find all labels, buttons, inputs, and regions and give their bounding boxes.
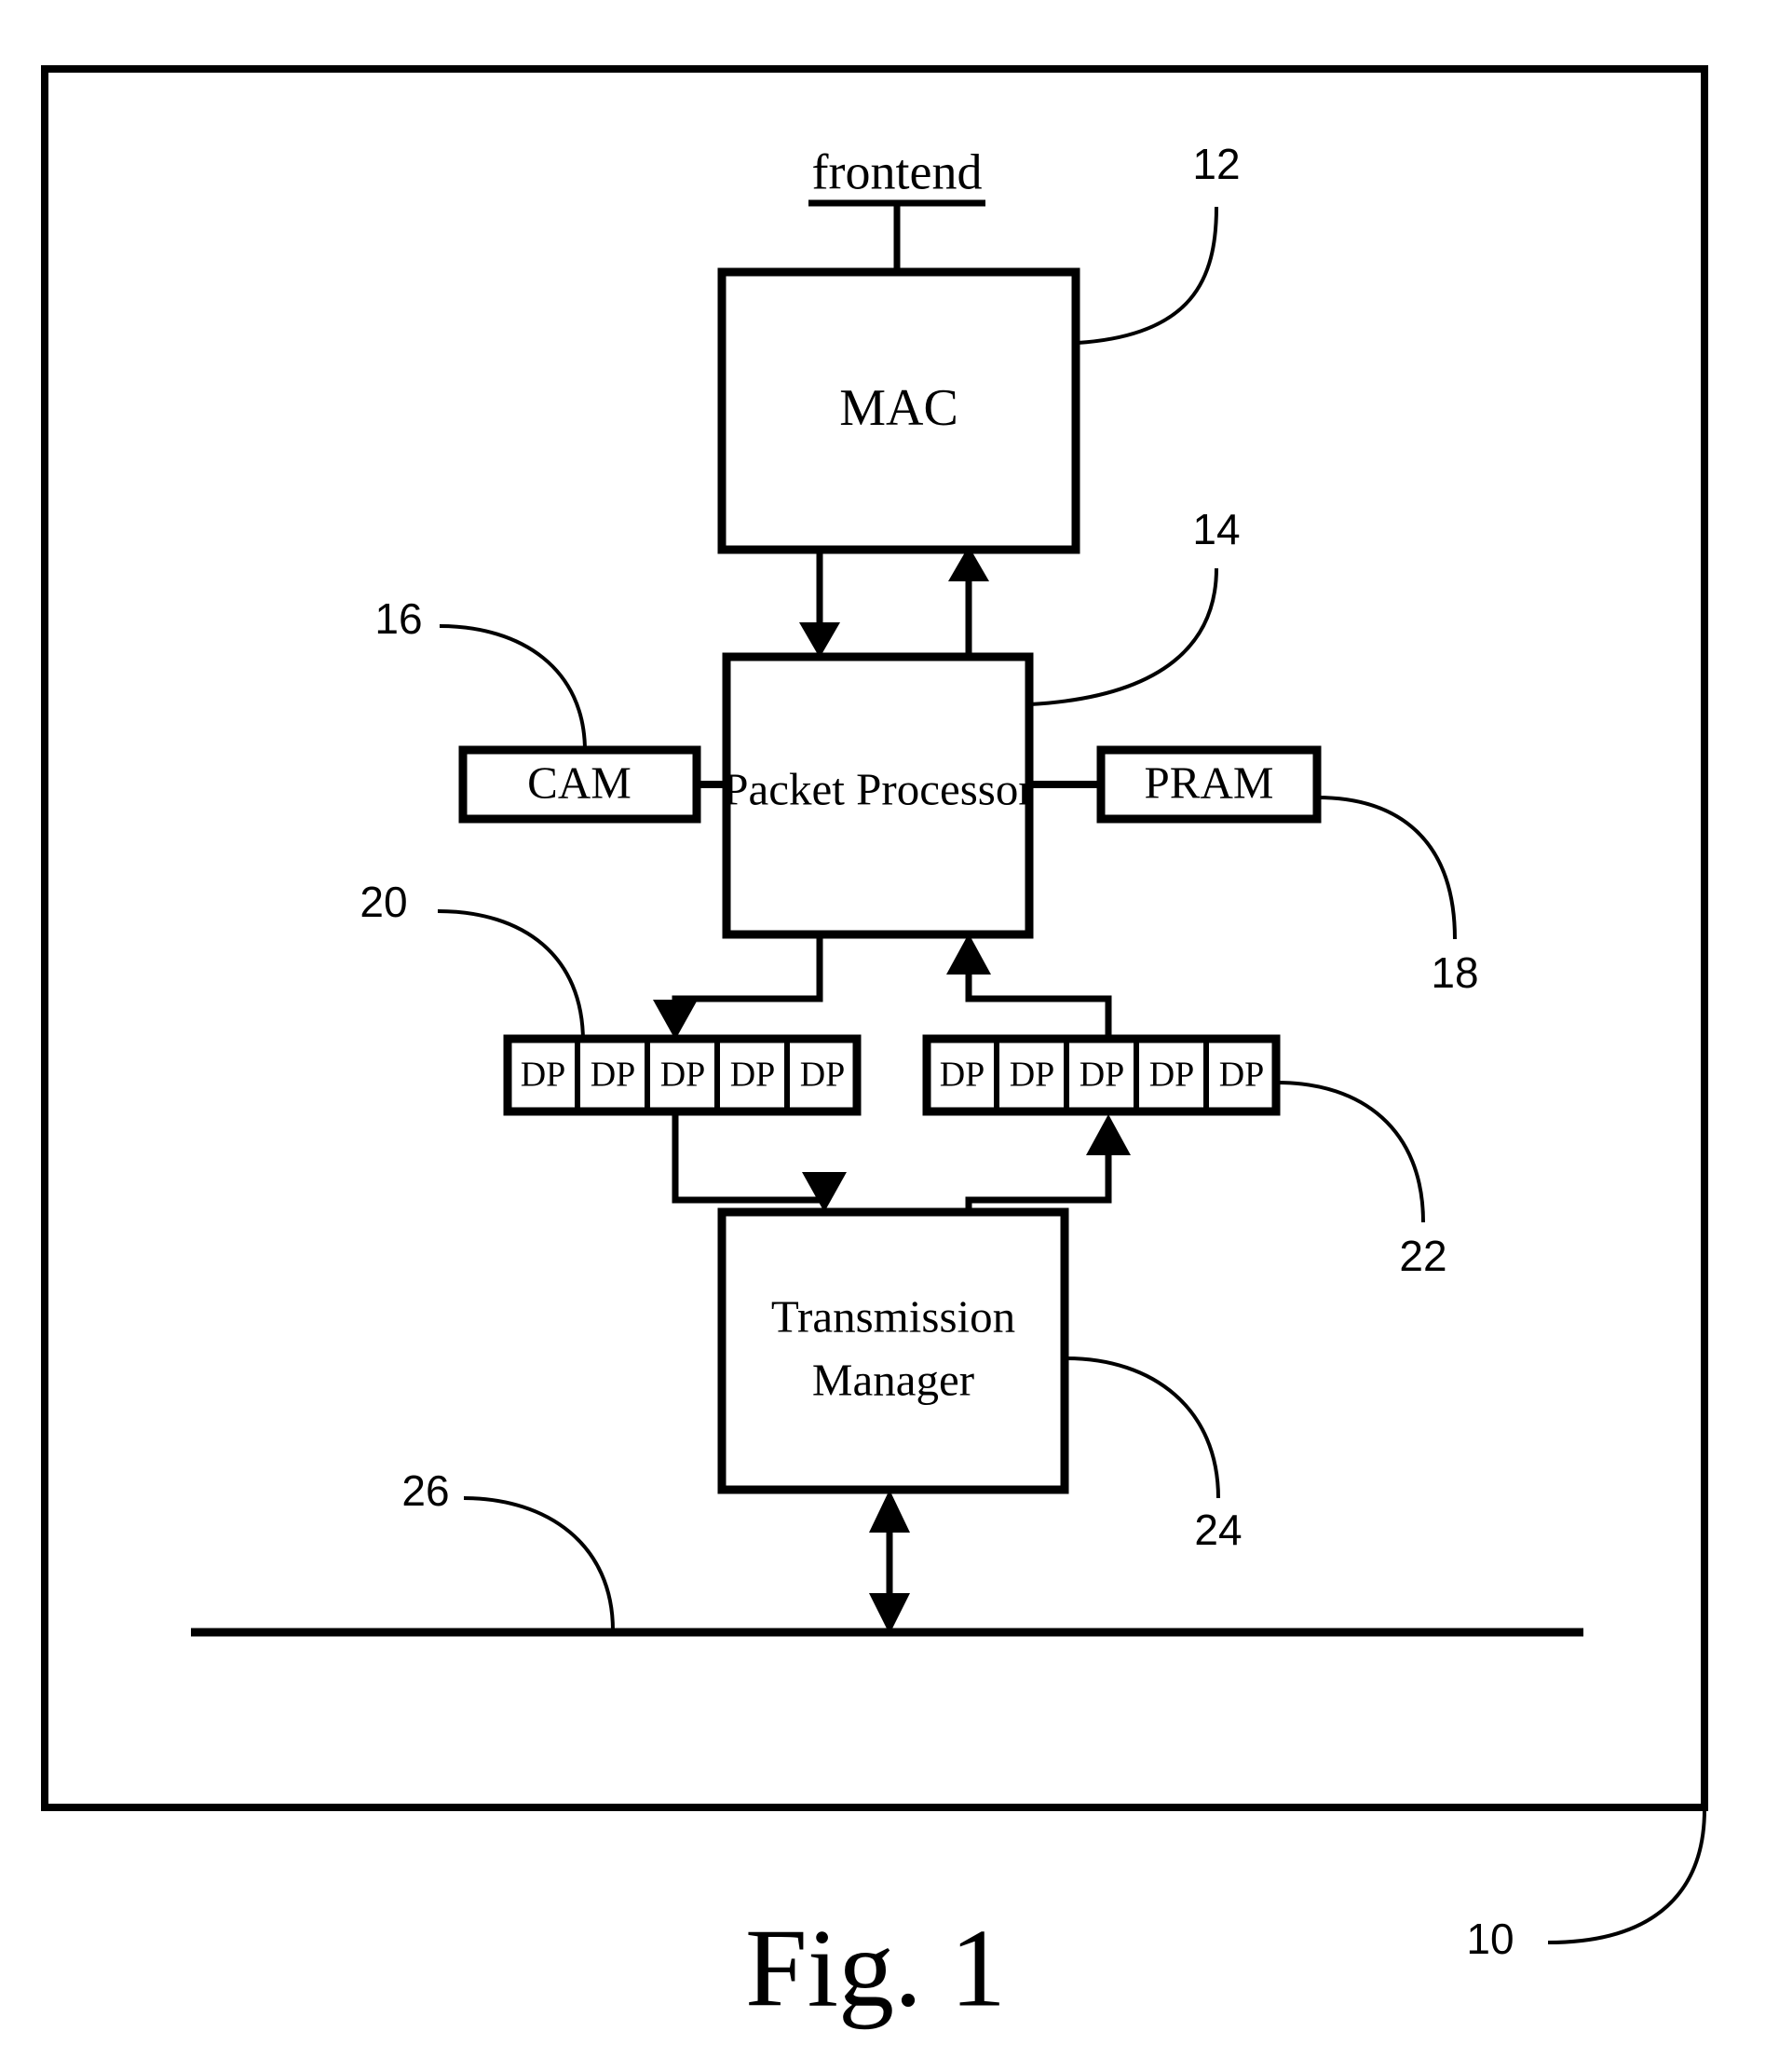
egress-cell-label-2: DP bbox=[1010, 1056, 1055, 1095]
ref-number-22: 22 bbox=[1399, 1232, 1446, 1280]
egress-cell-label-4: DP bbox=[1149, 1056, 1195, 1095]
ref-number-16: 16 bbox=[374, 594, 422, 643]
egress-queue[interactable]: DP DP DP DP DP bbox=[922, 1034, 1281, 1116]
pram-label: PRAM bbox=[1145, 757, 1274, 808]
block-cam[interactable]: CAM bbox=[458, 745, 727, 824]
egress-cell-label-1: DP bbox=[940, 1056, 985, 1095]
block-packet-processor[interactable]: Packet Processor bbox=[722, 652, 1034, 939]
mac-label: MAC bbox=[839, 379, 958, 437]
figure-caption: Fig. 1 bbox=[745, 1906, 1006, 2030]
frontend-label: frontend bbox=[812, 143, 983, 199]
cam-label: CAM bbox=[527, 757, 631, 808]
ref-callout-10: 10 bbox=[1466, 1808, 1706, 1963]
transmission-manager-label-line1: Transmission bbox=[771, 1290, 1015, 1342]
block-transmission-manager[interactable]: Transmission Manager bbox=[717, 1207, 1069, 1494]
ref-number-24: 24 bbox=[1194, 1506, 1242, 1554]
block-mac[interactable]: MAC bbox=[717, 267, 1080, 554]
figure-canvas: frontend MAC 12 Packet Processor 14 CAM … bbox=[41, 65, 1708, 2030]
ingress-cell-label-2: DP bbox=[591, 1056, 636, 1095]
egress-cell-label-3: DP bbox=[1080, 1056, 1125, 1095]
ref-number-10: 10 bbox=[1466, 1915, 1514, 1963]
packet-processor-label: Packet Processor bbox=[723, 763, 1033, 814]
ingress-cell-label-1: DP bbox=[521, 1056, 566, 1095]
ref-number-26: 26 bbox=[401, 1466, 449, 1515]
transmission-manager-label-line2: Manager bbox=[812, 1354, 974, 1405]
ref-number-12: 12 bbox=[1192, 140, 1240, 188]
egress-cell-label-5: DP bbox=[1219, 1056, 1265, 1095]
ingress-queue[interactable]: DP DP DP DP DP bbox=[503, 1034, 862, 1116]
ingress-cell-label-4: DP bbox=[730, 1056, 776, 1095]
leader-line-10 bbox=[1547, 1808, 1706, 1944]
ref-number-14: 14 bbox=[1192, 505, 1240, 553]
ref-number-20: 20 bbox=[360, 878, 407, 926]
patent-figure-page: frontend MAC 12 Packet Processor 14 CAM … bbox=[0, 0, 1779, 2072]
ingress-cell-label-3: DP bbox=[660, 1056, 706, 1095]
ingress-cell-label-5: DP bbox=[800, 1056, 846, 1095]
transmission-manager-box[interactable] bbox=[717, 1207, 1069, 1494]
ref-number-18: 18 bbox=[1431, 948, 1478, 997]
